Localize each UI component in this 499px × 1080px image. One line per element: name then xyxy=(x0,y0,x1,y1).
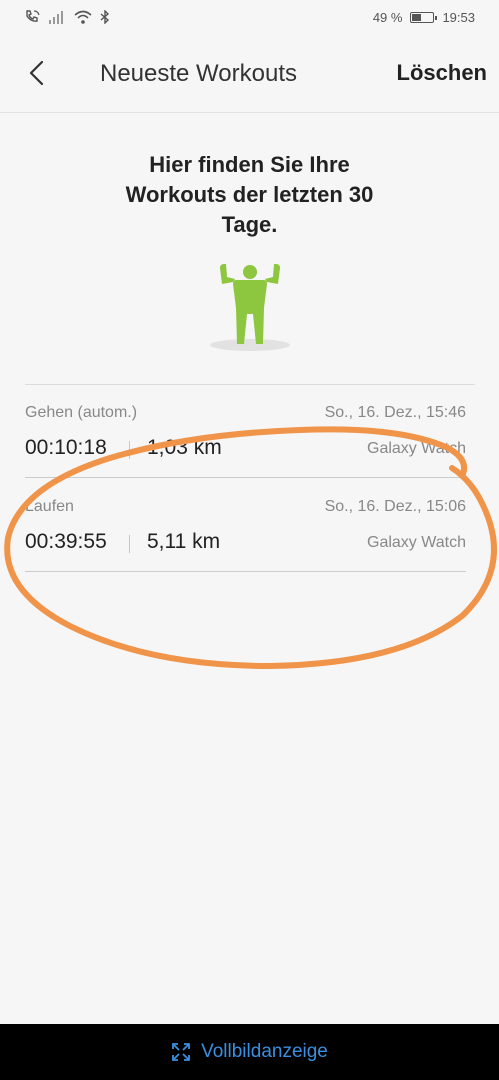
workout-row-walking[interactable]: Gehen (autom.) So., 16. Dez., 15:46 00:1… xyxy=(25,384,466,478)
status-icons-right: 49 % 19:53 xyxy=(373,10,475,25)
workout-device: Galaxy Watch xyxy=(367,534,466,551)
phone-wifi-call-icon xyxy=(26,10,40,22)
workout-device: Galaxy Watch xyxy=(367,440,466,457)
app-bar: Neueste Workouts Löschen xyxy=(0,36,499,112)
row-divider xyxy=(25,571,466,572)
status-bar: 49 % 19:53 xyxy=(0,0,499,36)
status-icons-left xyxy=(24,10,110,24)
workout-distance: 5,11 km xyxy=(147,530,221,553)
fullscreen-label: Vollbildanzeige xyxy=(201,1041,328,1062)
headline-line-1: Hier finden Sie Ihre xyxy=(149,152,350,177)
fullscreen-expand-icon xyxy=(172,1043,191,1061)
value-separator xyxy=(129,535,130,553)
battery-icon xyxy=(410,12,438,23)
page-title: Neueste Workouts xyxy=(100,60,297,87)
battery-percentage: 49 % xyxy=(372,10,403,25)
signal-icon xyxy=(49,10,63,24)
empty-state-message: Hier finden Sie Ihre Workouts der letzte… xyxy=(60,150,439,240)
bluetooth-icon xyxy=(100,10,110,24)
value-separator xyxy=(129,441,130,459)
chevron-left-icon xyxy=(29,60,44,86)
headline-line-3: Tage. xyxy=(221,212,278,237)
workout-date: So., 16. Dez., 15:46 xyxy=(324,404,466,421)
wifi-icon xyxy=(74,10,92,24)
flexing-person-icon xyxy=(210,264,290,351)
workout-type: Gehen (autom.) xyxy=(25,404,138,421)
workout-distance: 1,03 km xyxy=(147,436,222,459)
header-divider xyxy=(0,112,499,113)
headline-line-2: Workouts der letzten 30 xyxy=(125,182,374,207)
workout-type: Laufen xyxy=(25,498,74,515)
workout-duration: 00:39:55 xyxy=(25,530,107,553)
back-button[interactable] xyxy=(22,58,52,88)
workout-row-running[interactable]: Laufen So., 16. Dez., 15:06 00:39:55 5,1… xyxy=(25,478,466,572)
fullscreen-button[interactable]: Vollbildanzeige xyxy=(0,1024,499,1080)
delete-button[interactable]: Löschen xyxy=(397,60,487,86)
workout-date: So., 16. Dez., 15:06 xyxy=(324,498,466,515)
clock: 19:53 xyxy=(442,10,475,25)
workout-duration: 00:10:18 xyxy=(25,436,107,459)
battery-fill xyxy=(412,14,422,21)
